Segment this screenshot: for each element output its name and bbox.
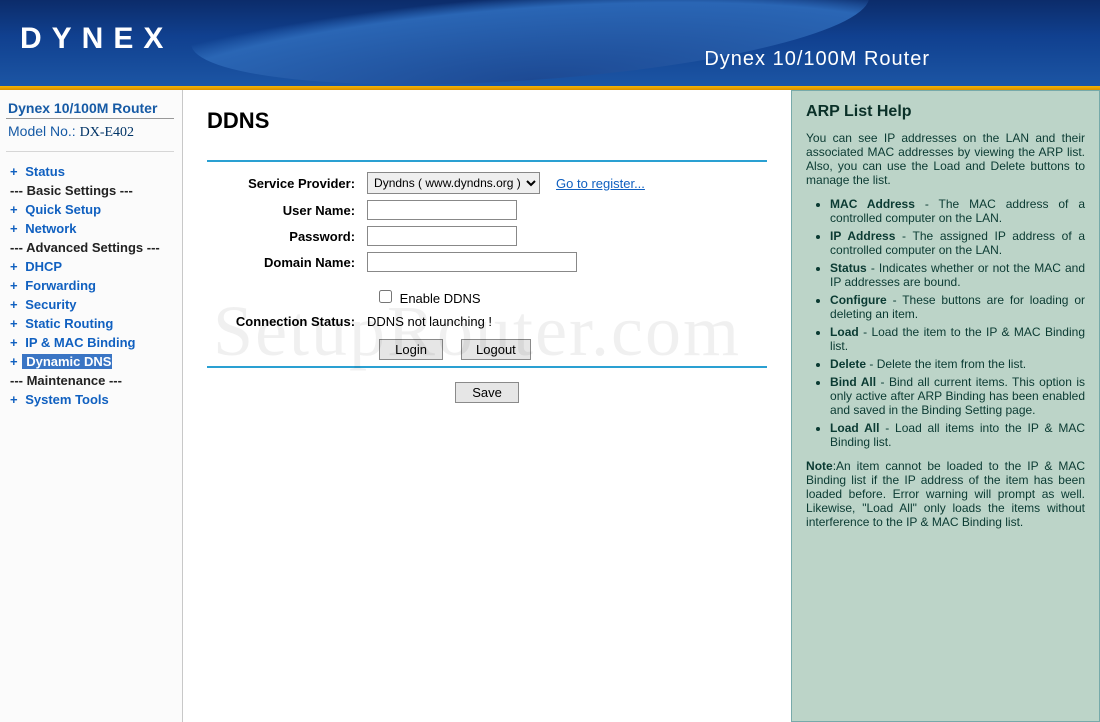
nav-menu: + Status--- Basic Settings ---+ Quick Se…	[6, 162, 182, 409]
help-panel: ARP List Help You can see IP addresses o…	[791, 90, 1100, 722]
help-term: MAC Address	[830, 197, 915, 211]
help-term: Delete	[830, 357, 866, 371]
bullet-icon: +	[10, 202, 18, 217]
enable-ddns-label: Enable DDNS	[400, 291, 481, 306]
ddns-form: Service Provider: Dyndns ( www.dyndns.or…	[207, 160, 767, 403]
sidebar: Dynex 10/100M Router Model No.: DX-E402 …	[0, 90, 183, 722]
note-text: :An item cannot be loaded to the IP & MA…	[806, 459, 1085, 529]
username-input[interactable]	[367, 200, 517, 220]
nav-item-label: IP & MAC Binding	[22, 335, 136, 350]
model-label: Model No.:	[8, 123, 76, 139]
nav-heading: --- Basic Settings ---	[6, 181, 182, 200]
note-label: Note	[806, 459, 833, 473]
domain-input[interactable]	[367, 252, 577, 272]
nav-item[interactable]: + Status	[6, 162, 182, 181]
help-item: Configure - These buttons are for loadin…	[830, 293, 1085, 321]
help-term: Status	[830, 261, 867, 275]
nav-item-label: Security	[22, 297, 77, 312]
bullet-icon: +	[10, 259, 18, 274]
conn-status-value: DDNS not launching !	[367, 314, 492, 329]
help-item: IP Address - The assigned IP address of …	[830, 229, 1085, 257]
nav-item-label: Quick Setup	[22, 202, 101, 217]
enable-ddns-checkbox[interactable]	[379, 290, 392, 303]
nav-item[interactable]: + Static Routing	[6, 314, 182, 333]
help-intro: You can see IP addresses on the LAN and …	[806, 131, 1085, 187]
label-username: User Name:	[207, 203, 367, 218]
help-item: MAC Address - The MAC address of a contr…	[830, 197, 1085, 225]
label-domain: Domain Name:	[207, 255, 367, 270]
help-item: Load - Load the item to the IP & MAC Bin…	[830, 325, 1085, 353]
sidebar-product: Dynex 10/100M Router	[6, 100, 174, 119]
help-term: Load All	[830, 421, 879, 435]
bullet-icon: +	[10, 316, 18, 331]
main-panel: SetupRouter.com DDNS Service Provider: D…	[183, 90, 791, 722]
help-desc: - Load the item to the IP & MAC Binding …	[830, 325, 1085, 353]
nav-item[interactable]: + Quick Setup	[6, 200, 182, 219]
password-input[interactable]	[367, 226, 517, 246]
help-term: IP Address	[830, 229, 895, 243]
login-button[interactable]: Login	[379, 339, 443, 360]
bullet-icon: +	[10, 221, 18, 236]
router-title: Dynex 10/100M Router	[704, 48, 930, 71]
bullet-icon: +	[10, 164, 18, 179]
bullet-icon: +	[10, 297, 18, 312]
nav-item[interactable]: + Forwarding	[6, 276, 182, 295]
nav-item-label: Dynamic DNS	[22, 354, 113, 369]
label-conn-status: Connection Status:	[207, 314, 367, 329]
help-title: ARP List Help	[806, 103, 1085, 121]
bullet-icon: +	[10, 354, 18, 369]
decorative-swoosh	[187, 0, 874, 90]
nav-item-label: Network	[22, 221, 77, 236]
divider	[207, 366, 767, 368]
bullet-icon: +	[10, 392, 18, 407]
bullet-icon: +	[10, 278, 18, 293]
model-number: DX-E402	[80, 125, 134, 140]
register-link[interactable]: Go to register...	[556, 176, 645, 191]
help-term: Bind All	[830, 375, 876, 389]
nav-item-label: System Tools	[22, 392, 109, 407]
logout-button[interactable]: Logout	[461, 339, 531, 360]
page-title: DDNS	[207, 108, 767, 134]
app-header: DYNEX Dynex 10/100M Router	[0, 0, 1100, 90]
help-item: Status - Indicates whether or not the MA…	[830, 261, 1085, 289]
help-list: MAC Address - The MAC address of a contr…	[830, 197, 1085, 449]
nav-heading: --- Advanced Settings ---	[6, 238, 182, 257]
help-note: Note:An item cannot be loaded to the IP …	[806, 459, 1085, 529]
help-item: Delete - Delete the item from the list.	[830, 357, 1085, 371]
sidebar-model: Model No.: DX-E402	[6, 119, 174, 152]
help-term: Configure	[830, 293, 887, 307]
label-password: Password:	[207, 229, 367, 244]
help-desc: - Indicates whether or not the MAC and I…	[830, 261, 1085, 289]
save-button[interactable]: Save	[455, 382, 519, 403]
brand-logo: DYNEX	[20, 22, 173, 56]
bullet-icon: +	[10, 335, 18, 350]
nav-item[interactable]: + Security	[6, 295, 182, 314]
nav-item-label: Forwarding	[22, 278, 96, 293]
nav-item-label: DHCP	[22, 259, 62, 274]
divider	[207, 160, 767, 162]
help-desc: - Delete the item from the list.	[866, 357, 1026, 371]
nav-item[interactable]: + DHCP	[6, 257, 182, 276]
nav-item-label: Status	[22, 164, 65, 179]
nav-item[interactable]: + System Tools	[6, 390, 182, 409]
help-term: Load	[830, 325, 859, 339]
service-provider-select[interactable]: Dyndns ( www.dyndns.org )	[367, 172, 540, 194]
help-item: Bind All - Bind all current items. This …	[830, 375, 1085, 417]
nav-item[interactable]: + Dynamic DNS	[6, 352, 182, 371]
nav-heading: --- Maintenance ---	[6, 371, 182, 390]
help-item: Load All - Load all items into the IP & …	[830, 421, 1085, 449]
label-service-provider: Service Provider:	[207, 176, 367, 191]
nav-item[interactable]: + IP & MAC Binding	[6, 333, 182, 352]
nav-item-label: Static Routing	[22, 316, 114, 331]
nav-item[interactable]: + Network	[6, 219, 182, 238]
